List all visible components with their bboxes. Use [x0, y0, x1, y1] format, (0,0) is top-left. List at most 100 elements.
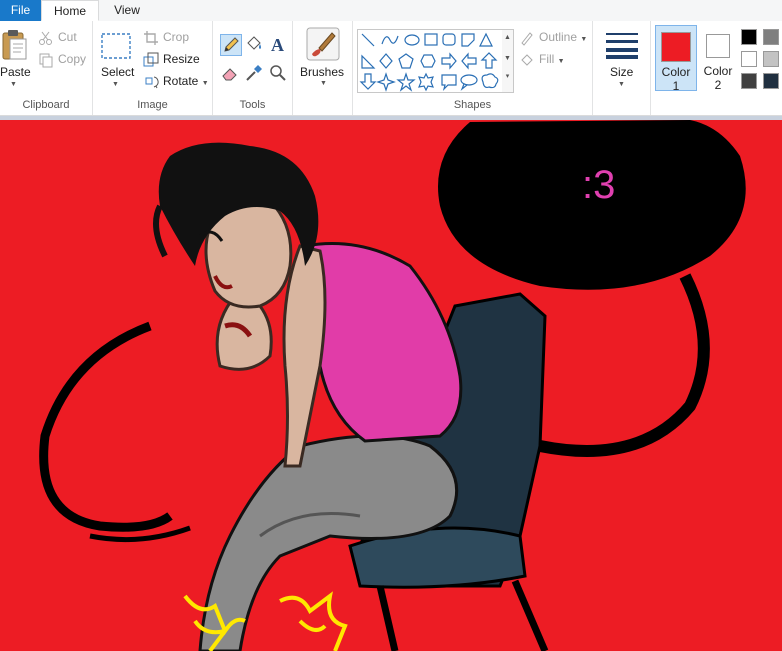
cut-label: Cut — [58, 30, 77, 44]
scissors-icon — [39, 31, 52, 45]
tab-file[interactable]: File — [0, 0, 41, 21]
outline-label: Outline — [539, 30, 578, 44]
pencil-icon — [224, 37, 239, 52]
six-point-star-shape-icon — [418, 72, 434, 92]
shapes-gallery — [357, 29, 503, 93]
oval-callout-shape-icon — [460, 74, 478, 86]
pentagon-shape-icon — [398, 53, 414, 69]
palette-swatch-black[interactable] — [741, 29, 757, 45]
color2-label-line1: Color — [703, 64, 733, 78]
svg-text:A: A — [271, 35, 284, 54]
fill-tool[interactable] — [244, 34, 266, 56]
four-point-star-shape-icon — [376, 72, 396, 92]
paste-icon — [2, 30, 27, 60]
palette-swatch-navy[interactable] — [763, 73, 779, 89]
outline-brush-icon — [521, 32, 533, 46]
magnifier-tool[interactable] — [268, 63, 290, 85]
chevron-down-icon[interactable]: ▼ — [502, 55, 513, 62]
diamond-shape-icon — [379, 53, 393, 69]
tools-group-label: Tools — [239, 99, 266, 111]
tab-home[interactable]: Home — [41, 0, 99, 21]
paint-bucket-icon — [247, 36, 261, 50]
palette-swatch-gray[interactable] — [763, 29, 779, 45]
chevron-down-icon: ▼ — [557, 58, 565, 65]
polygon-shape-icon — [461, 33, 475, 47]
color1-label-line1: Color — [661, 65, 691, 79]
pencil-tool[interactable] — [220, 34, 242, 56]
eyedropper-icon — [246, 65, 262, 81]
color1-button[interactable]: Color 1 — [655, 25, 697, 93]
crop-label: Crop — [163, 30, 190, 44]
rotate-label: Rotate — [163, 74, 199, 88]
image-group-label: Image — [137, 99, 168, 111]
outline-button[interactable]: Outline ▼ — [519, 27, 587, 47]
hexagon-shape-icon — [420, 54, 436, 68]
right-triangle-shape-icon — [361, 54, 376, 69]
color2-button[interactable]: Color 2 — [698, 25, 738, 92]
line-size-icon — [606, 33, 638, 59]
triangle-shape-icon — [479, 32, 493, 47]
paste-button[interactable]: Paste ▼ — [0, 27, 31, 89]
select-button[interactable]: Select ▼ — [99, 27, 135, 89]
eraser-icon — [222, 68, 237, 81]
speech-bubble-text: :3 — [582, 163, 615, 207]
shapes-gallery-scrollbar[interactable]: ▲ ▼ ▾ — [502, 29, 514, 93]
color-picker-tool[interactable] — [244, 63, 266, 85]
shapes-gallery-icons — [359, 32, 499, 92]
line-shape-icon — [361, 33, 375, 47]
drawing-canvas[interactable]: :3 — [0, 116, 782, 651]
right-arrow-shape-icon — [441, 52, 457, 70]
resize-icon — [143, 52, 159, 67]
color1-label-line2: 1 — [672, 79, 680, 93]
rectangle-shape-icon — [424, 33, 438, 46]
chevron-up-icon[interactable]: ▲ — [502, 34, 513, 41]
brush-icon — [306, 27, 340, 61]
down-arrow-shape-icon — [359, 73, 377, 90]
palette-swatch-light-gray[interactable] — [763, 51, 779, 67]
palette-swatch-white[interactable] — [741, 51, 757, 67]
crop-button[interactable]: Crop — [143, 27, 189, 47]
resize-button[interactable]: Resize — [143, 49, 200, 69]
fill-button[interactable]: Fill ▼ — [519, 49, 565, 69]
size-button[interactable]: Size ▼ — [599, 27, 645, 89]
select-label: Select — [101, 65, 135, 79]
color2-swatch — [706, 34, 730, 58]
rotate-icon — [145, 76, 159, 89]
curve-shape-icon — [381, 35, 399, 45]
chevron-down-icon: ▼ — [10, 81, 17, 88]
paste-label: Paste — [0, 65, 31, 79]
palette-swatch-dark-gray[interactable] — [741, 73, 757, 89]
selection-rectangle-icon — [101, 33, 131, 59]
resize-label: Resize — [163, 52, 200, 66]
rounded-rectangle-shape-icon — [442, 33, 456, 46]
chevron-down-icon: ▼ — [320, 80, 327, 87]
brushes-group: Brushes ▼ — [293, 21, 353, 115]
clipboard-group-label: Clipboard — [22, 99, 70, 111]
cut-button[interactable]: Cut — [38, 27, 77, 47]
chevron-down-icon: ▼ — [618, 81, 625, 88]
rotate-button[interactable]: Rotate ▼ — [143, 71, 209, 91]
up-arrow-shape-icon — [480, 52, 498, 69]
image-group: Select ▼ Crop Resize Rotate ▼ Image — [93, 21, 213, 115]
magnifier-icon — [270, 65, 286, 81]
fill-bucket-icon — [521, 54, 533, 66]
gallery-expand-icon[interactable]: ▾ — [502, 72, 513, 80]
left-arrow-shape-icon — [461, 52, 477, 70]
eraser-tool[interactable] — [220, 63, 242, 85]
tools-group: A Tools — [213, 21, 293, 115]
fill-label: Fill — [539, 52, 555, 66]
ribbon-tab-bar: File Home View — [0, 0, 782, 22]
brushes-button[interactable]: Brushes ▼ — [298, 25, 348, 91]
cloud-callout-shape-icon — [481, 73, 499, 89]
oval-shape-icon — [404, 34, 420, 46]
text-tool[interactable]: A — [268, 34, 290, 56]
chevron-down-icon: ▼ — [201, 80, 209, 87]
crop-icon — [144, 30, 158, 45]
clipboard-group: Paste ▼ Cut Copy Clipboard — [0, 21, 93, 115]
copy-button[interactable]: Copy — [38, 49, 86, 69]
size-label: Size — [610, 65, 634, 79]
canvas-workspace: :3 — [0, 116, 782, 651]
shapes-group-label: Shapes — [453, 99, 492, 111]
tab-view[interactable]: View — [104, 0, 150, 21]
chevron-down-icon: ▼ — [580, 36, 588, 43]
